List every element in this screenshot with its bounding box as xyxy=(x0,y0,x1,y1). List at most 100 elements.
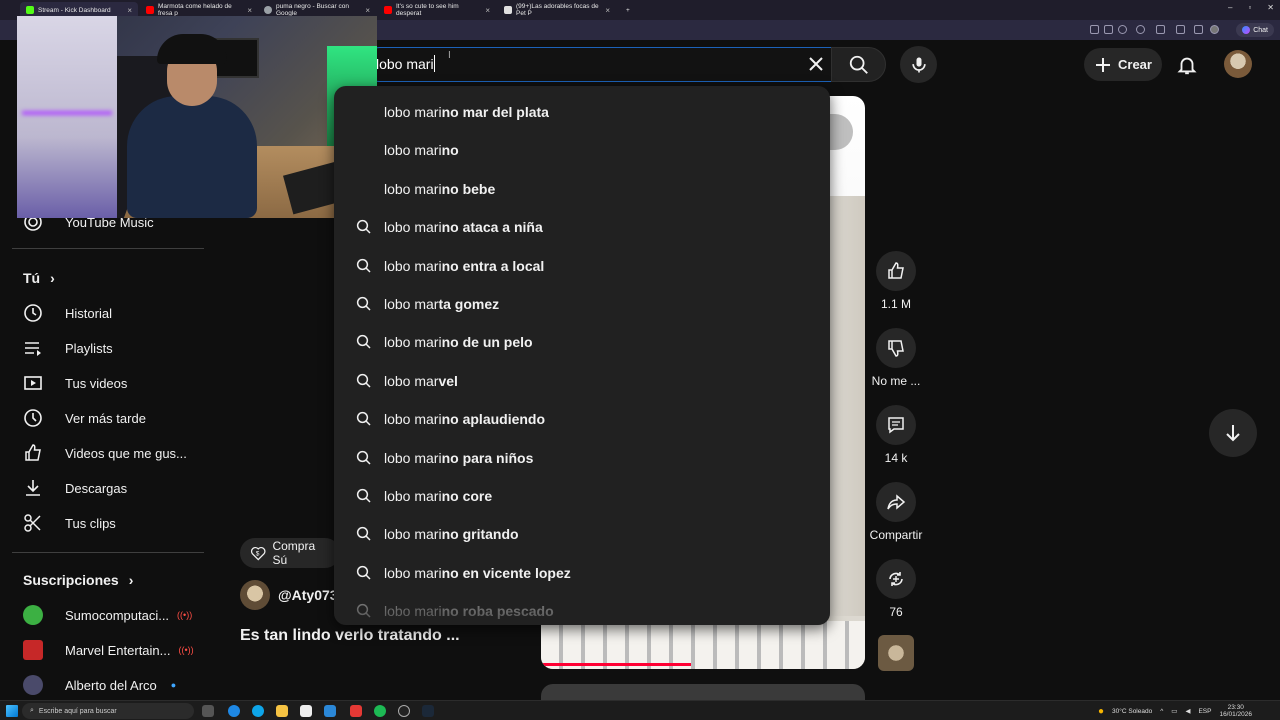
account-avatar[interactable] xyxy=(1224,50,1252,78)
like-button[interactable] xyxy=(876,251,916,291)
close-icon[interactable]: × xyxy=(127,6,132,15)
browser-tab[interactable]: (99+)Las adorables focas de Pet P × xyxy=(498,2,616,18)
suggestion-query-part: lobo mari xyxy=(384,180,442,197)
sidebar-item-liked-videos[interactable]: Videos que me gus... xyxy=(23,438,187,468)
suggestion-text: lobo marino bebe xyxy=(384,181,495,197)
new-tab-button[interactable]: + xyxy=(620,2,636,18)
remix-action[interactable]: 76 xyxy=(866,559,926,619)
subscription-item[interactable]: Alberto del Arco ● xyxy=(23,670,176,700)
search-suggestion[interactable]: lobo marino xyxy=(334,131,830,169)
like-action[interactable]: 1.1 M xyxy=(866,251,926,311)
weather-text[interactable]: 30°C Soleado xyxy=(1112,708,1152,715)
extension-icon[interactable] xyxy=(1104,25,1113,34)
sidebar-item-downloads[interactable]: Descargas xyxy=(23,473,127,503)
sidebar-item-history[interactable]: Historial xyxy=(23,298,112,328)
dislike-action[interactable]: No me ... xyxy=(866,328,926,388)
share-button[interactable] xyxy=(876,482,916,522)
search-suggestion[interactable]: lobo marino ataca a niña xyxy=(334,208,830,246)
windows-start-icon[interactable] xyxy=(6,705,18,717)
sidebar-item-clips[interactable]: Tus clips xyxy=(23,508,116,538)
webcam-person-cap xyxy=(157,34,227,64)
close-icon[interactable]: × xyxy=(485,6,490,15)
minimize-button[interactable]: – xyxy=(1228,3,1232,12)
network-icon[interactable]: ▭ xyxy=(1171,707,1177,715)
notifications-button[interactable] xyxy=(1172,50,1202,80)
search-suggestion[interactable]: lobo marino mar del plata xyxy=(334,93,830,131)
comments-action[interactable]: 14 k xyxy=(866,405,926,465)
browser-app-icon[interactable] xyxy=(228,705,240,717)
store-icon[interactable] xyxy=(300,705,312,717)
edge-app-icon[interactable] xyxy=(252,705,264,717)
history-icon xyxy=(24,304,42,322)
remix-button[interactable] xyxy=(876,559,916,599)
task-view-icon[interactable] xyxy=(202,705,214,717)
taskbar-search-input[interactable]: ⌕ Escribe aquí para buscar xyxy=(22,703,194,719)
favorites-icon[interactable] xyxy=(1118,25,1127,34)
sound-thumbnail[interactable] xyxy=(878,635,914,671)
subscription-item[interactable]: Marvel Entertain... ((•)) xyxy=(23,635,194,665)
mail-icon[interactable] xyxy=(324,705,336,717)
channel-row[interactable]: @Aty073 xyxy=(240,580,336,610)
share-action[interactable]: Compartir xyxy=(866,482,926,542)
suggestion-text: lobo marino xyxy=(384,142,459,158)
close-icon[interactable]: × xyxy=(365,6,370,15)
search-suggestion[interactable]: lobo marvel xyxy=(334,362,830,400)
sidebar-item-your-videos[interactable]: Tus videos xyxy=(23,368,127,398)
spotify-icon[interactable] xyxy=(374,705,386,717)
bell-icon xyxy=(1177,57,1197,75)
create-button[interactable]: Crear xyxy=(1084,48,1162,81)
close-icon[interactable]: × xyxy=(605,6,610,15)
channel-handle[interactable]: @Aty073 xyxy=(278,587,336,603)
search-suggestion[interactable]: lobo marino core xyxy=(334,477,830,515)
clear-search-button[interactable] xyxy=(804,52,828,76)
suggestion-text: lobo marino gritando xyxy=(384,526,519,542)
taskbar-search-placeholder: Escribe aquí para buscar xyxy=(38,707,117,715)
steam-icon[interactable] xyxy=(422,705,434,717)
voice-search-button[interactable] xyxy=(900,46,937,83)
sidebar-item-watch-later[interactable]: Ver más tarde xyxy=(23,403,146,433)
extension-icon[interactable] xyxy=(1136,25,1145,34)
comments-button[interactable] xyxy=(876,405,916,445)
clock[interactable]: 23:30 16/01/2026 xyxy=(1219,704,1252,718)
search-suggestion[interactable]: lobo marino entra a local xyxy=(334,247,830,285)
subscriptions-heading[interactable]: Suscripciones › xyxy=(23,572,133,588)
close-icon[interactable]: × xyxy=(247,6,252,15)
collections-icon[interactable] xyxy=(1156,25,1165,34)
search-button[interactable] xyxy=(831,47,886,82)
sidebar-item-playlists[interactable]: Playlists xyxy=(23,333,113,363)
extension-icon[interactable] xyxy=(1090,25,1099,34)
search-suggestion[interactable]: lobo marino bebe xyxy=(334,170,830,208)
you-section-heading[interactable]: Tú › xyxy=(23,270,55,286)
buy-chip-label: Compra Sú xyxy=(272,539,316,567)
chevron-up-icon[interactable]: ^ xyxy=(1160,708,1163,715)
suggestion-query-part: lobo mari xyxy=(384,449,442,466)
profile-icon[interactable] xyxy=(1210,25,1219,34)
extension-icon[interactable] xyxy=(1194,25,1203,34)
file-explorer-icon[interactable] xyxy=(276,705,288,717)
search-suggestion[interactable]: lobo marta gomez xyxy=(334,285,830,323)
next-short-button[interactable] xyxy=(1209,409,1257,457)
buy-chip[interactable]: $ Compra Sú xyxy=(240,538,340,568)
subscription-label: Marvel Entertain... xyxy=(65,642,171,658)
browser-tab[interactable]: It's so cute to see him desperat × xyxy=(378,2,496,18)
close-window-button[interactable]: ✕ xyxy=(1267,3,1274,12)
subscription-item[interactable]: Sumocomputaci... ((•)) xyxy=(23,600,192,630)
search-suggestion[interactable]: lobo marino de un pelo xyxy=(334,323,830,361)
dislike-button[interactable] xyxy=(876,328,916,368)
maximize-button[interactable]: ▫ xyxy=(1248,3,1251,12)
search-input-text[interactable]: lobo mari xyxy=(376,56,434,72)
obs-icon[interactable] xyxy=(398,705,410,717)
copilot-chat-button[interactable]: Chat xyxy=(1236,23,1274,37)
search-suggestion[interactable]: lobo marino para niños xyxy=(334,439,830,477)
app-icon[interactable] xyxy=(350,705,362,717)
search-suggestion[interactable]: lobo marino gritando xyxy=(334,515,830,553)
extension-icon[interactable] xyxy=(1176,25,1185,34)
search-icon xyxy=(355,564,373,582)
search-suggestion[interactable]: lobo marino aplaudiendo xyxy=(334,400,830,438)
progress-bar[interactable] xyxy=(541,663,691,666)
webcam-led-strip xyxy=(22,111,112,115)
volume-icon[interactable]: ◀ xyxy=(1185,707,1190,715)
language-indicator[interactable]: ESP xyxy=(1198,708,1211,715)
short-title[interactable]: Es tan lindo verlo tratando ... xyxy=(240,627,460,645)
channel-avatar[interactable] xyxy=(240,580,270,610)
